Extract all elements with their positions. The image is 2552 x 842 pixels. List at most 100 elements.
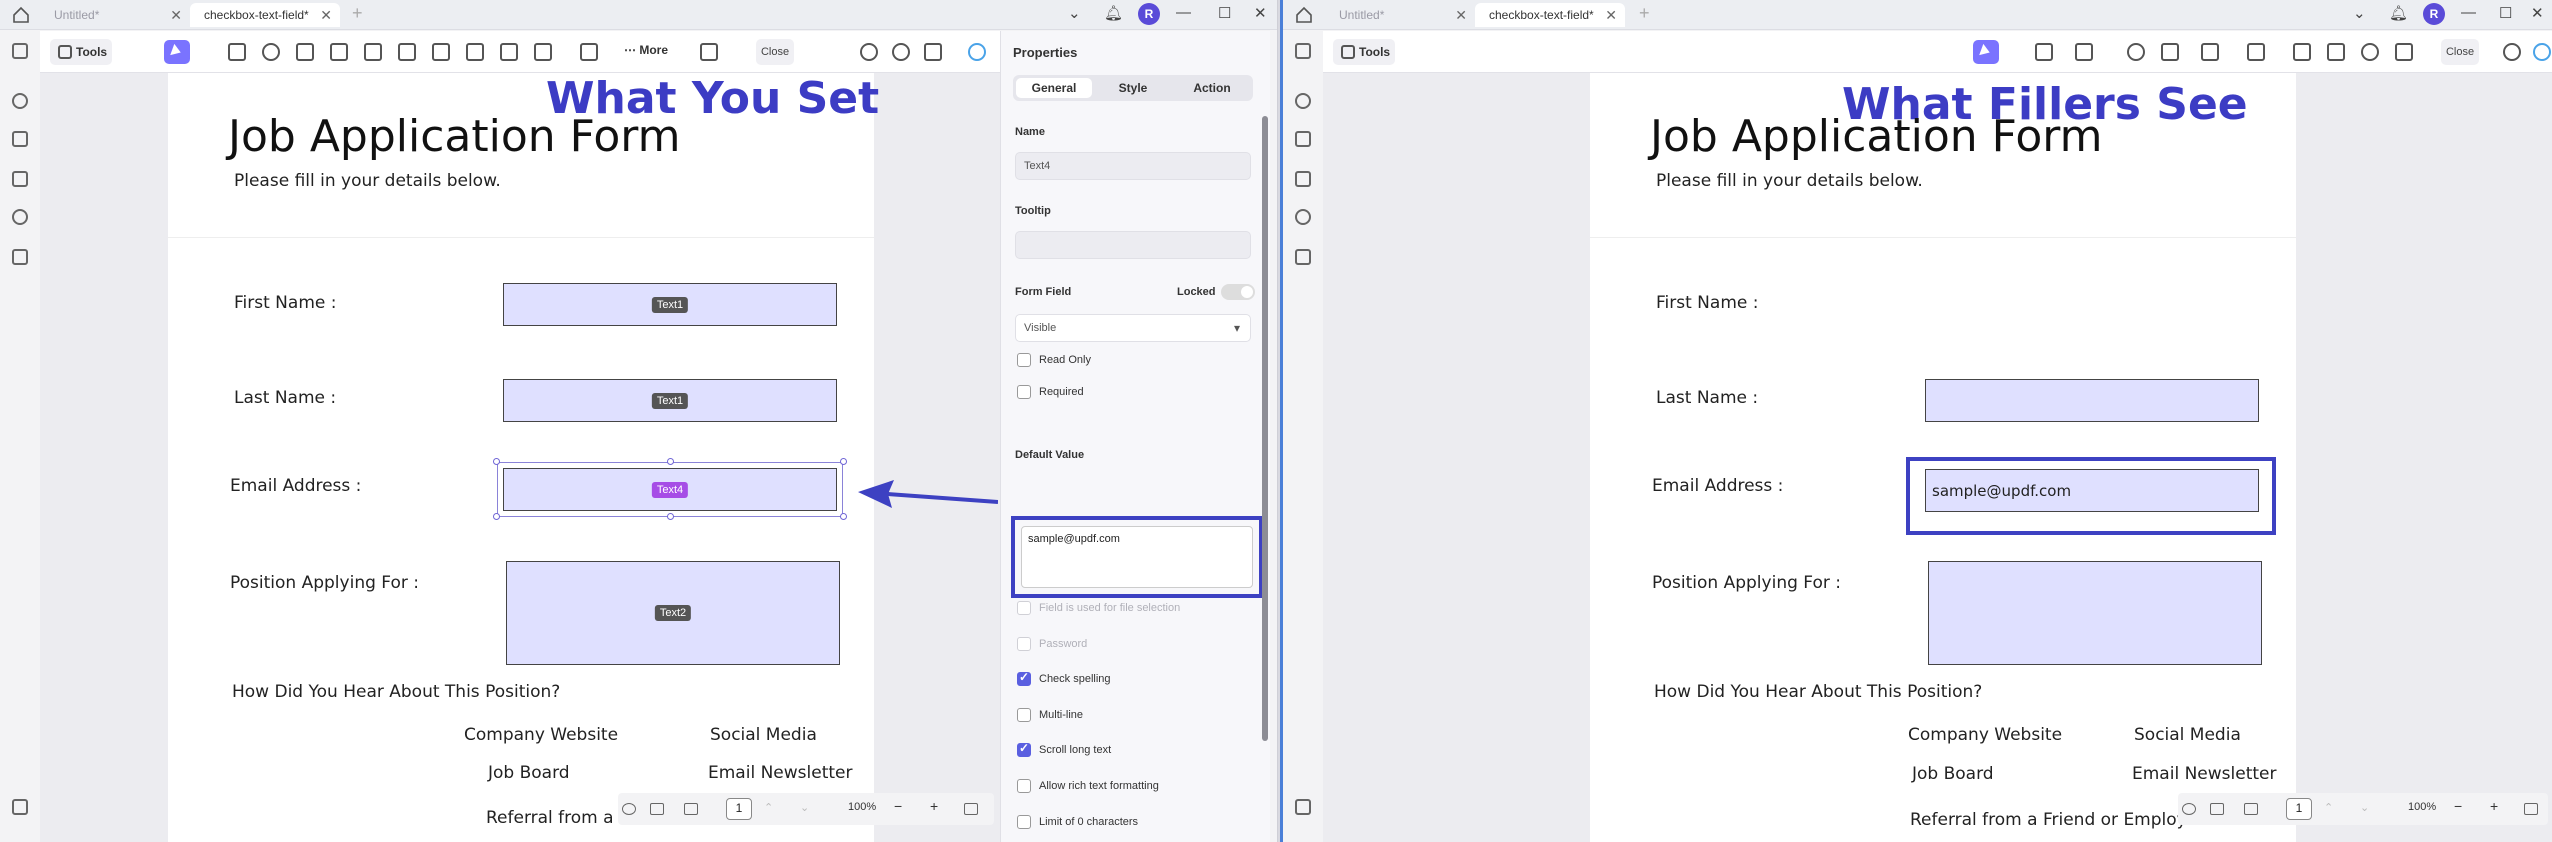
close-tab-icon[interactable]: ✕ (170, 3, 182, 27)
minimize-icon[interactable]: — (2461, 4, 2476, 21)
tools-button[interactable]: Tools (50, 39, 112, 65)
select-tool-icon[interactable] (164, 40, 190, 64)
home-icon[interactable] (1293, 4, 1315, 26)
bell-icon[interactable]: 🔔︎ (2389, 4, 2408, 22)
collapse-icon[interactable] (622, 803, 636, 815)
bell-icon[interactable]: 🔔︎ (1104, 4, 1123, 22)
maximize-icon[interactable]: ☐ (2499, 4, 2512, 22)
attachment-icon[interactable] (1295, 249, 1311, 265)
sign-icon[interactable] (1295, 799, 1311, 815)
close-button[interactable]: Close (2441, 39, 2479, 65)
attachment-icon[interactable] (12, 249, 28, 265)
ai-assistant-icon[interactable] (2533, 43, 2551, 61)
grid-icon[interactable] (1295, 43, 1311, 59)
duplicate-icon[interactable] (534, 43, 552, 61)
prev-page-icon[interactable]: ⌃ (764, 801, 773, 814)
fit-page-icon[interactable] (964, 803, 978, 815)
last-name-field[interactable] (1925, 379, 2259, 422)
chevron-down-icon[interactable]: ⌄ (2353, 4, 2366, 22)
date-tool-icon[interactable] (466, 43, 484, 61)
next-page-icon[interactable]: ⌄ (2360, 801, 2369, 814)
properties-scrollbar[interactable] (1262, 116, 1268, 741)
signature-tool-icon[interactable] (500, 43, 518, 61)
tab-style[interactable]: Style (1095, 78, 1171, 98)
list-box-tool-icon[interactable] (364, 43, 382, 61)
close-window-icon[interactable]: ✕ (1254, 4, 1267, 22)
default-value-input[interactable]: sample@updf.com (1021, 526, 1253, 588)
radio-tool-icon[interactable] (262, 43, 280, 61)
new-tab-icon[interactable]: + (1639, 3, 1650, 24)
tab-general[interactable]: General (1016, 78, 1092, 98)
page-view-icon[interactable] (650, 803, 664, 815)
tab-checkbox-text-field[interactable]: checkbox-text-field* ✕ (1475, 3, 1625, 27)
pages-icon[interactable] (12, 131, 28, 147)
shape-tool-icon[interactable] (2201, 43, 2219, 61)
presentation-icon[interactable] (684, 803, 698, 815)
email-field[interactable]: Text4 (497, 462, 843, 517)
close-tab-icon[interactable]: ✕ (320, 3, 332, 27)
page-number-input[interactable]: 1 (2286, 798, 2312, 820)
resize-handle[interactable] (493, 458, 500, 465)
undo-icon[interactable] (860, 43, 878, 61)
zoom-level[interactable]: 100% (2408, 801, 2436, 813)
select-tool-icon[interactable] (1973, 40, 1999, 64)
avatar[interactable]: R (2423, 3, 2445, 25)
fit-page-icon[interactable] (2524, 803, 2538, 815)
email-field[interactable]: sample@updf.com (1925, 469, 2259, 512)
zoom-level[interactable]: 100% (848, 801, 876, 813)
next-page-icon[interactable]: ⌄ (800, 801, 809, 814)
page-number-input[interactable]: 1 (726, 798, 752, 820)
redo-icon[interactable] (892, 43, 910, 61)
sticker-tool-icon[interactable] (2327, 43, 2345, 61)
resize-handle[interactable] (840, 458, 847, 465)
prev-page-icon[interactable]: ⌃ (2324, 801, 2333, 814)
grid-icon[interactable] (12, 43, 28, 59)
resize-handle[interactable] (840, 513, 847, 520)
tab-action[interactable]: Action (1174, 78, 1250, 98)
stamp-tool-icon[interactable] (2361, 43, 2379, 61)
minimize-icon[interactable]: — (1176, 4, 1191, 21)
resize-handle[interactable] (667, 458, 674, 465)
zoom-out-icon[interactable]: − (894, 798, 902, 814)
zoom-in-icon[interactable]: + (930, 798, 938, 814)
close-tab-icon[interactable]: ✕ (1605, 3, 1617, 27)
sign-icon[interactable] (12, 799, 28, 815)
bookmark-icon[interactable] (1295, 171, 1311, 187)
text-tool-icon[interactable] (2075, 43, 2093, 61)
locked-toggle[interactable] (1221, 284, 1255, 300)
save-icon[interactable] (924, 43, 942, 61)
undo-icon[interactable] (2503, 43, 2521, 61)
image-tool-icon[interactable] (432, 43, 450, 61)
tools-button[interactable]: Tools (1333, 39, 1395, 65)
close-tab-icon[interactable]: ✕ (1455, 3, 1467, 27)
first-name-field[interactable]: Text1 (503, 283, 837, 326)
comment-tool-icon[interactable] (2127, 43, 2145, 61)
comment-icon[interactable] (1295, 209, 1311, 225)
combo-box-tool-icon[interactable] (330, 43, 348, 61)
tab-untitled[interactable]: Untitled* ✕ (1325, 3, 1475, 27)
close-button[interactable]: Close (756, 39, 794, 65)
presentation-icon[interactable] (2244, 803, 2258, 815)
avatar[interactable]: R (1138, 3, 1160, 25)
maximize-icon[interactable]: ☐ (1218, 4, 1231, 22)
form-tool-icon[interactable] (2247, 43, 2265, 61)
name-input[interactable]: Text4 (1015, 152, 1251, 180)
page-tool-icon[interactable] (2035, 43, 2053, 61)
highlight-tool-icon[interactable] (2161, 43, 2179, 61)
search-icon[interactable] (1295, 93, 1311, 109)
align-icon[interactable] (700, 43, 718, 61)
chevron-down-icon[interactable]: ⌄ (1068, 4, 1081, 22)
last-name-field[interactable]: Text1 (503, 379, 837, 422)
close-window-icon[interactable]: ✕ (2531, 4, 2544, 22)
button-tool-icon[interactable] (398, 43, 416, 61)
zoom-in-icon[interactable]: + (2490, 798, 2498, 814)
new-tab-icon[interactable]: + (352, 3, 363, 24)
text-field-tool-icon[interactable] (228, 43, 246, 61)
home-icon[interactable] (10, 4, 32, 26)
search-icon[interactable] (12, 93, 28, 109)
attach-tool-icon[interactable] (2293, 43, 2311, 61)
position-field[interactable] (1928, 561, 2262, 665)
comment-icon[interactable] (12, 209, 28, 225)
bookmark-icon[interactable] (12, 171, 28, 187)
more-button[interactable]: ⋯ More (624, 43, 668, 57)
